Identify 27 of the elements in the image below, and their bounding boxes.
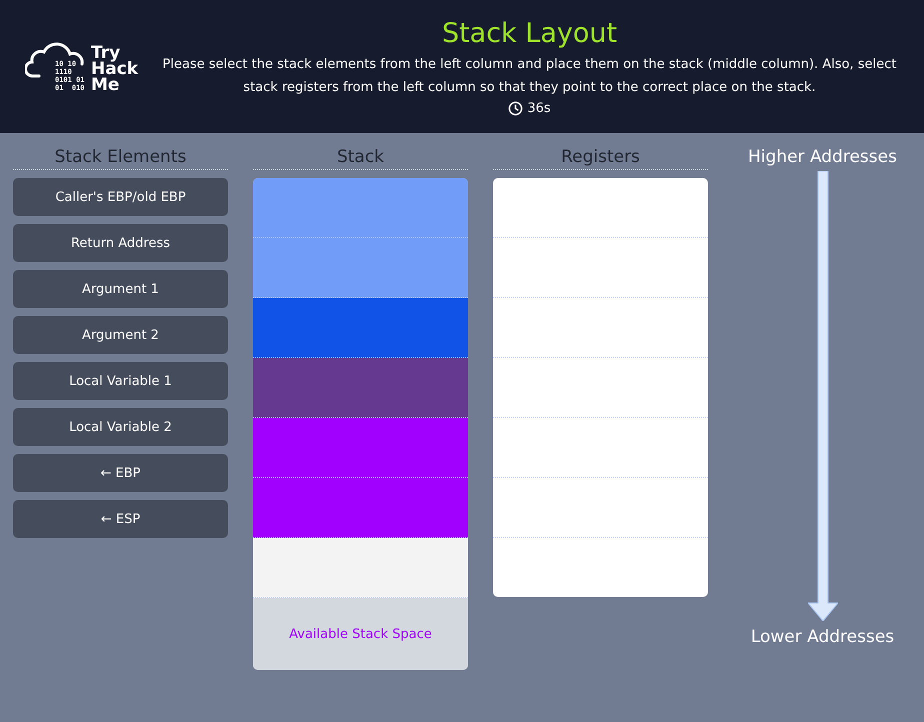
down-arrow-icon [808, 171, 838, 621]
lower-addresses-label: Lower Addresses [750, 627, 894, 647]
stack-slot[interactable] [253, 478, 468, 538]
instructions-text: stack registers from the left column so that they point to the correct place on the stack. [243, 78, 816, 96]
stack-slot[interactable] [253, 418, 468, 478]
logo-text: Try Hack Me [91, 44, 138, 92]
instructions-text: Please select the stack elements from the left column and place them on the stack (middle column). Also, select [162, 56, 896, 74]
stack-slot[interactable] [253, 238, 468, 298]
stack-element-button[interactable]: Caller's EBP/old EBP [13, 178, 228, 216]
column-heading: Stack Elements [13, 147, 228, 170]
clock-icon [508, 100, 524, 116]
stack-slot[interactable] [253, 178, 468, 238]
column-heading: Stack [253, 147, 468, 170]
column-heading: Registers [493, 147, 708, 170]
stack-element-button[interactable]: ← ESP [13, 500, 228, 538]
higher-addresses-label: Higher Addresses [748, 147, 897, 167]
stack-element-button[interactable]: ← EBP [13, 454, 228, 492]
stack-slot[interactable] [253, 358, 468, 418]
stack-element-button[interactable]: Return Address [13, 224, 228, 262]
stack-slot[interactable] [253, 538, 468, 598]
page-title: Stack Layout [442, 18, 618, 48]
stack-element-button[interactable]: Local Variable 1 [13, 362, 228, 400]
stack-element-button[interactable]: Argument 2 [13, 316, 228, 354]
timer-text: 36s [527, 100, 551, 116]
stack-element-button[interactable]: Local Variable 2 [13, 408, 228, 446]
stack-slot[interactable] [253, 298, 468, 358]
stack-element-button[interactable]: Argument 1 [13, 270, 228, 308]
